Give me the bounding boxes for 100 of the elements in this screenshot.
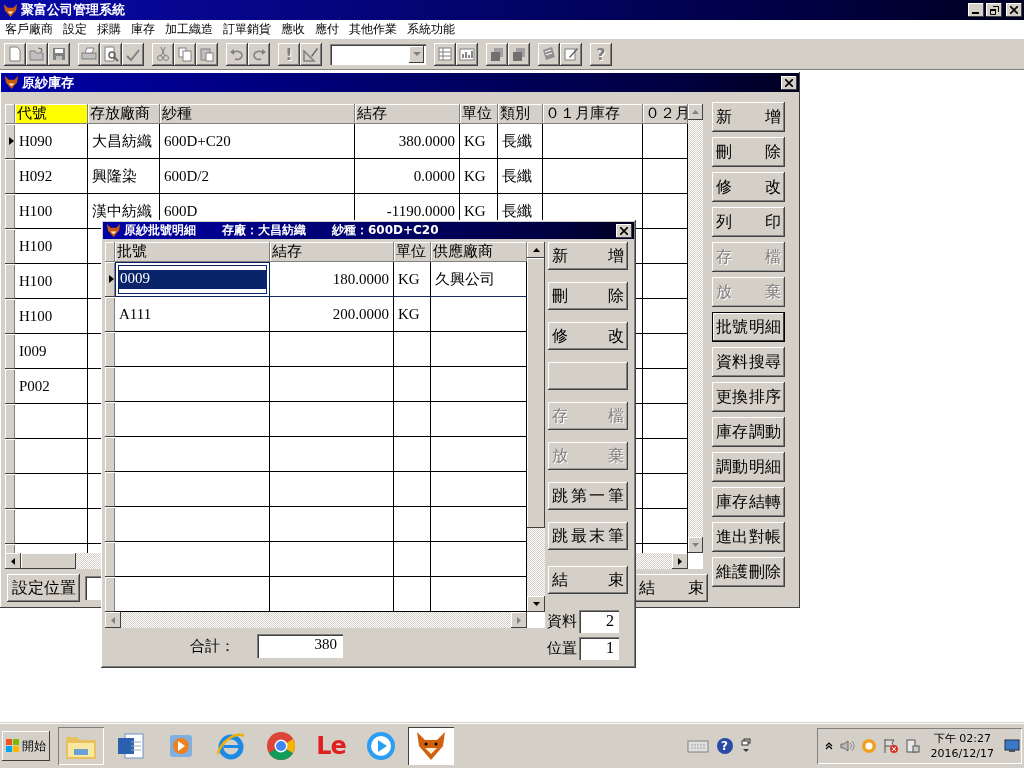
menu-item[interactable]: 應付 — [310, 20, 344, 38]
action-button[interactable]: 維護刪除 — [712, 557, 785, 587]
row-indicator[interactable] — [5, 264, 15, 299]
row-indicator[interactable] — [105, 472, 115, 507]
action-button[interactable]: 跳第一筆 — [548, 482, 628, 510]
row-indicator[interactable] — [5, 404, 15, 439]
row-indicator[interactable] — [105, 542, 115, 577]
toolbar-button[interactable] — [152, 42, 174, 66]
menu-item[interactable]: 庫存 — [126, 20, 160, 38]
minimize-button[interactable] — [968, 3, 984, 17]
toolbar-button[interactable] — [456, 42, 478, 66]
row-indicator[interactable] — [5, 229, 15, 264]
toolbar-button[interactable] — [538, 42, 560, 66]
chevron-up-icon[interactable] — [824, 742, 833, 750]
row-indicator[interactable] — [105, 297, 115, 332]
column-header[interactable]: 類別 — [498, 104, 543, 124]
action-button[interactable]: 刪 除 — [712, 137, 785, 167]
menu-item[interactable]: 採購 — [92, 20, 126, 38]
toolbar-button[interactable] — [4, 42, 26, 66]
action-button[interactable]: 批號明細 — [712, 312, 785, 342]
menu-item[interactable]: 系統功能 — [402, 20, 460, 38]
scroll-down-button[interactable] — [527, 596, 545, 612]
action-button[interactable]: 結 束 — [548, 566, 628, 594]
column-header[interactable]: 供應廠商 — [431, 242, 527, 262]
action-button[interactable] — [548, 362, 628, 390]
action-button[interactable]: 庫存結轉 — [712, 487, 785, 517]
row-indicator[interactable] — [5, 159, 15, 194]
close-window-button[interactable]: 結 束 — [635, 574, 708, 602]
toolbar-button[interactable] — [78, 42, 100, 66]
toolbar-button[interactable] — [226, 42, 248, 66]
action-button[interactable]: 進出對帳 — [712, 522, 785, 552]
network-icon[interactable] — [904, 738, 921, 754]
row-indicator[interactable] — [105, 437, 115, 472]
column-header[interactable]: ０１月庫存 — [543, 104, 643, 124]
toolbar-button[interactable] — [486, 42, 508, 66]
vertical-scrollbar[interactable] — [688, 104, 703, 553]
show-desktop-icon[interactable] — [1004, 739, 1020, 753]
toolbar-button[interactable] — [560, 42, 582, 66]
scroll-up-button[interactable] — [527, 242, 545, 258]
action-button[interactable]: 修 改 — [548, 322, 628, 350]
row-indicator[interactable] — [5, 439, 15, 474]
row-indicator[interactable] — [5, 509, 15, 544]
window-icon[interactable] — [740, 738, 751, 754]
action-button[interactable]: 資料搜尋 — [712, 347, 785, 377]
set-position-button[interactable]: 設定位置 — [7, 574, 80, 602]
row-indicator[interactable] — [5, 474, 15, 509]
scroll-thumb[interactable] — [527, 258, 545, 528]
toolbar-button[interactable] — [48, 42, 70, 66]
speaker-icon[interactable] — [838, 738, 855, 754]
toolbar-button[interactable] — [248, 42, 270, 66]
action-button[interactable]: 更換排序 — [712, 382, 785, 412]
action-button[interactable]: 庫存調動 — [712, 417, 785, 447]
row-indicator[interactable] — [105, 367, 115, 402]
row-indicator[interactable] — [5, 299, 15, 334]
row-indicator[interactable] — [105, 507, 115, 542]
column-header[interactable]: 代號 — [15, 104, 88, 124]
action-button[interactable]: 修 改 — [712, 172, 785, 202]
start-button[interactable]: 開始 — [2, 731, 50, 761]
close-button[interactable] — [781, 75, 797, 90]
column-header[interactable]: 結存 — [355, 104, 460, 124]
scroll-thumb[interactable] — [21, 553, 76, 569]
action-button[interactable]: 新 增 — [548, 242, 628, 270]
column-header[interactable]: 存放廠商 — [88, 104, 160, 124]
column-header[interactable]: 結存 — [270, 242, 394, 262]
scroll-right-button[interactable] — [511, 612, 527, 628]
action-button[interactable]: 新 增 — [712, 102, 785, 132]
vertical-scrollbar[interactable] — [527, 242, 545, 612]
menu-item[interactable]: 加工織造 — [160, 20, 218, 38]
menu-item[interactable]: 客戶廠商 — [3, 20, 58, 38]
scroll-right-button[interactable] — [672, 553, 688, 569]
menu-item[interactable]: 應收 — [276, 20, 310, 38]
toolbar-button[interactable] — [122, 42, 144, 66]
row-indicator[interactable] — [5, 369, 15, 404]
row-indicator[interactable] — [105, 402, 115, 437]
horizontal-scrollbar[interactable] — [105, 612, 527, 628]
row-indicator[interactable] — [105, 332, 115, 367]
action-button[interactable]: 跳最末筆 — [548, 522, 628, 550]
scroll-left-button[interactable] — [5, 553, 21, 569]
row-indicator[interactable] — [5, 124, 15, 159]
menu-item[interactable]: 設定 — [58, 20, 92, 38]
clock-time[interactable]: 下午 02:27 — [933, 731, 991, 746]
flag-error-icon[interactable] — [882, 738, 899, 754]
taskbar-button[interactable] — [408, 727, 454, 765]
column-header[interactable]: 批號 — [115, 242, 270, 262]
toolbar-button[interactable] — [508, 42, 530, 66]
action-button[interactable]: 調動明細 — [712, 452, 785, 482]
row-indicator[interactable] — [5, 194, 15, 229]
row-indicator[interactable] — [105, 577, 115, 612]
toolbar-button[interactable] — [100, 42, 122, 66]
action-button[interactable]: 列 印 — [712, 207, 785, 237]
row-indicator[interactable] — [5, 334, 15, 369]
toolbar-button[interactable] — [196, 42, 218, 66]
close-button[interactable] — [1006, 3, 1022, 17]
clock-date[interactable]: 2016/12/17 — [930, 746, 994, 761]
close-button[interactable] — [616, 223, 632, 238]
column-header[interactable]: 紗種 — [160, 104, 355, 124]
help-button[interactable]: ? — [716, 738, 733, 754]
toolbar-button[interactable] — [26, 42, 48, 66]
restore-button[interactable] — [986, 3, 1002, 17]
toolbar-button[interactable] — [300, 42, 322, 66]
